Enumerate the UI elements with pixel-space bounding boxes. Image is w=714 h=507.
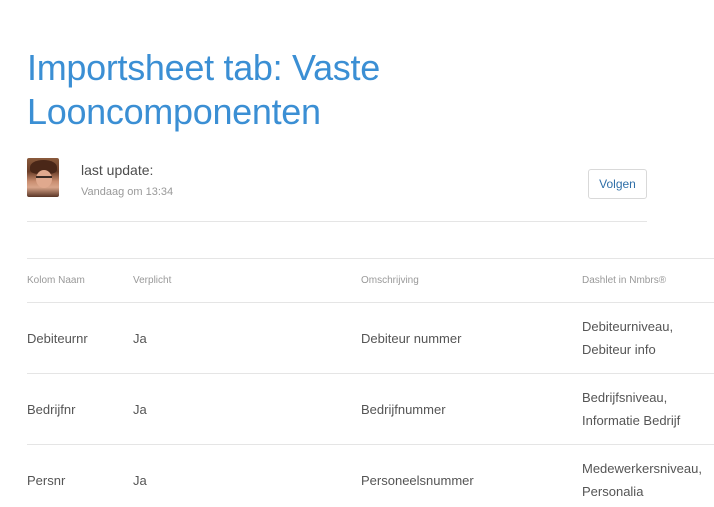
- table-row: Persnr Ja Personeelsnummer Medewerkersni…: [27, 444, 714, 507]
- header-kolom-naam: Kolom Naam: [27, 258, 133, 303]
- header-verplicht: Verplicht: [133, 258, 361, 303]
- cell-omschrijving: Bedrijfnummer: [361, 373, 582, 445]
- last-update-label: last update:: [81, 162, 154, 178]
- cell-dashlet: Bedrijfsniveau, Informatie Bedrijf: [582, 373, 714, 445]
- avatar[interactable]: [27, 158, 59, 197]
- divider: [27, 221, 647, 222]
- follow-button[interactable]: Volgen: [588, 169, 647, 199]
- cell-omschrijving: Personeelsnummer: [361, 444, 582, 507]
- cell-kolom-naam: Persnr: [27, 444, 133, 507]
- header-omschrijving: Omschrijving: [361, 258, 582, 303]
- cell-kolom-naam: Bedrijfnr: [27, 373, 133, 445]
- page-title: Importsheet tab: Vaste Looncomponenten: [27, 47, 380, 132]
- table-header-row: Kolom Naam Verplicht Omschrijving Dashle…: [27, 258, 714, 303]
- cell-dashlet: Debiteurniveau, Debiteur info: [582, 302, 714, 374]
- header-dashlet: Dashlet in Nmbrs®: [582, 258, 714, 303]
- cell-verplicht: Ja: [133, 373, 361, 445]
- last-update-time: Vandaag om 13:34: [81, 186, 174, 198]
- author-block: last update: Vandaag om 13:34 Volgen: [27, 158, 647, 199]
- avatar-glasses: [36, 176, 52, 180]
- cell-omschrijving: Debiteur nummer: [361, 302, 582, 374]
- cell-verplicht: Ja: [133, 302, 361, 374]
- table-row: Debiteurnr Ja Debiteur nummer Debiteurni…: [27, 302, 714, 374]
- cell-verplicht: Ja: [133, 444, 361, 507]
- columns-table: Kolom Naam Verplicht Omschrijving Dashle…: [27, 258, 714, 507]
- cell-kolom-naam: Debiteurnr: [27, 302, 133, 374]
- table-row: Bedrijfnr Ja Bedrijfnummer Bedrijfsnivea…: [27, 373, 714, 445]
- page: Importsheet tab: Vaste Looncomponenten l…: [0, 0, 714, 507]
- cell-dashlet: Medewerkersniveau, Personalia: [582, 444, 714, 507]
